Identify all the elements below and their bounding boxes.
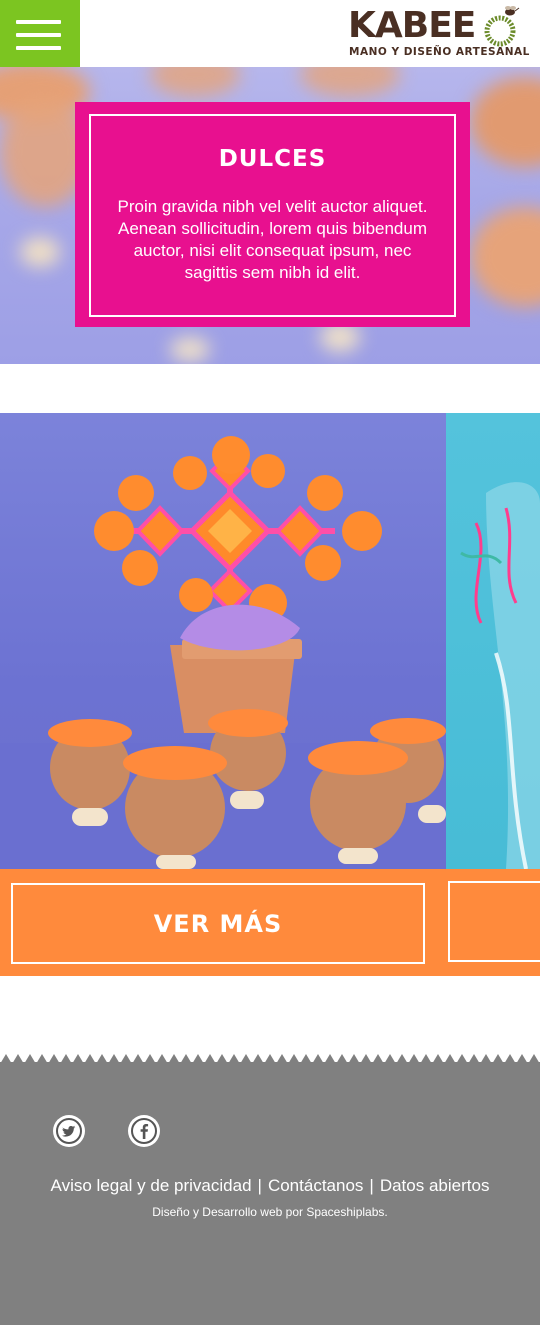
hamburger-menu-icon-line-middle bbox=[16, 33, 61, 37]
hero-background-pot bbox=[150, 67, 240, 97]
bee-flower-icon bbox=[484, 6, 520, 47]
hero-background-pot bbox=[300, 67, 400, 97]
twitter-link[interactable] bbox=[53, 1115, 85, 1147]
ver-mas-button[interactable] bbox=[448, 881, 540, 962]
hero-background-stick bbox=[20, 237, 60, 267]
product-cta-bar: VER MÁS bbox=[0, 869, 436, 976]
hamburger-menu-icon-line-bottom bbox=[16, 46, 61, 50]
hero-background-pot bbox=[470, 77, 540, 167]
ver-mas-button[interactable]: VER MÁS bbox=[11, 883, 425, 964]
product-photo-illustration bbox=[0, 436, 446, 869]
footer-credit[interactable]: Diseño y Desarrollo web por Spaceshiplab… bbox=[0, 1205, 540, 1219]
footer-link-contactanos[interactable]: Contáctanos bbox=[268, 1176, 363, 1195]
footer-link-aviso-legal[interactable]: Aviso legal y de privacidad bbox=[51, 1176, 252, 1195]
product-cta-bar bbox=[436, 869, 540, 976]
site-header: KABEE MANO Y DISEÑO ARTESANAL bbox=[0, 0, 540, 67]
hero-background-pot bbox=[470, 207, 540, 307]
footer-link-separator: | bbox=[369, 1176, 374, 1195]
footer-link-separator: | bbox=[257, 1176, 262, 1195]
hero-banner: DULCES Proin gravida nibh vel velit auct… bbox=[0, 67, 540, 364]
hamburger-menu-icon-line-top bbox=[16, 20, 61, 24]
product-image[interactable] bbox=[446, 413, 540, 869]
category-title: DULCES bbox=[218, 146, 327, 172]
category-card[interactable]: DULCES Proin gravida nibh vel velit auct… bbox=[75, 102, 470, 327]
category-card-frame: DULCES Proin gravida nibh vel velit auct… bbox=[89, 114, 456, 317]
hamburger-menu-button[interactable] bbox=[0, 0, 80, 67]
category-description: Proin gravida nibh vel velit auctor aliq… bbox=[117, 197, 428, 282]
facebook-link[interactable] bbox=[128, 1115, 160, 1147]
product-image[interactable] bbox=[0, 413, 446, 869]
twitter-icon bbox=[56, 1118, 82, 1144]
site-logo[interactable]: KABEE MANO Y DISEÑO ARTESANAL bbox=[346, 0, 529, 67]
footer-links: Aviso legal y de privacidad | Contáctanos |… bbox=[0, 1176, 540, 1196]
product-photo-illustration bbox=[460, 482, 540, 869]
product-gallery: VER MÁS bbox=[0, 413, 540, 976]
hero-background-stick bbox=[170, 337, 210, 362]
logo-tagline: MANO Y DISEÑO ARTESANAL bbox=[349, 46, 530, 58]
facebook-icon bbox=[131, 1118, 157, 1144]
footer-link-datos-abiertos[interactable]: Datos abiertos bbox=[380, 1176, 490, 1195]
logo-word: KABEE bbox=[348, 5, 476, 46]
ver-mas-label: VER MÁS bbox=[153, 909, 283, 938]
